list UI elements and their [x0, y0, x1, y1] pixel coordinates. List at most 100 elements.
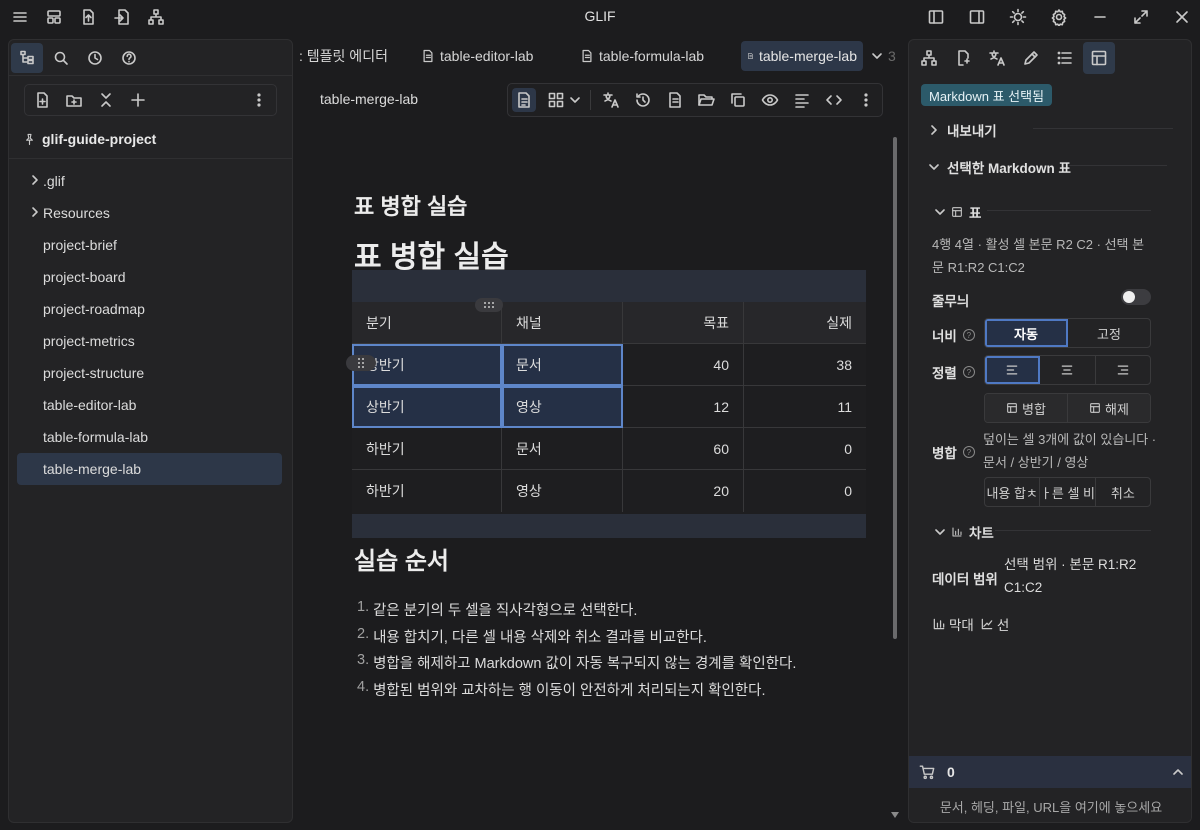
layout-icon[interactable]: [44, 7, 64, 27]
align-center-button[interactable]: [1040, 356, 1096, 384]
tree-file-project-brief[interactable]: project-brief: [17, 229, 282, 261]
history-clock-icon[interactable]: [79, 43, 111, 73]
eye-icon[interactable]: [758, 88, 782, 112]
chart-subsection-header[interactable]: 차트: [935, 522, 994, 542]
translate-icon[interactable]: [981, 42, 1013, 74]
column-drag-handle[interactable]: [475, 298, 503, 312]
table-cell[interactable]: 영상: [502, 470, 623, 512]
help-icon[interactable]: [113, 43, 145, 73]
structure-icon[interactable]: [913, 42, 945, 74]
tab-overflow[interactable]: 3: [865, 41, 902, 71]
grid-view-icon[interactable]: [544, 88, 568, 112]
table-cell[interactable]: 38: [744, 344, 866, 386]
editor-scrollbar[interactable]: [893, 137, 897, 639]
left-panel-toggle-icon[interactable]: [926, 7, 946, 27]
table-cell[interactable]: 0: [744, 428, 866, 470]
table-subsection-header[interactable]: 표: [935, 202, 981, 222]
file-link-icon[interactable]: [947, 42, 979, 74]
editor-content[interactable]: 표 병합 실습 표 병합 실습 분기 채널 목표 실제 상반기 문서 40 38…: [297, 125, 897, 823]
search-icon[interactable]: [45, 43, 77, 73]
table-cell[interactable]: 11: [744, 386, 866, 428]
table-cell[interactable]: 12: [623, 386, 744, 428]
bar-chart-option[interactable]: 막대: [932, 614, 974, 634]
import-icon[interactable]: [78, 7, 98, 27]
align-right-button[interactable]: [1096, 356, 1150, 384]
table-cell-selected[interactable]: 문서: [502, 344, 623, 386]
width-auto-button[interactable]: 자동: [985, 319, 1068, 347]
file-tree-icon[interactable]: [11, 43, 43, 73]
maximize-icon[interactable]: [1131, 7, 1151, 27]
export-icon[interactable]: [112, 7, 132, 27]
line-chart-option[interactable]: 선: [980, 614, 1009, 634]
unmerge-button[interactable]: 해제: [1068, 394, 1150, 422]
file-text-icon[interactable]: [663, 88, 687, 112]
tab-table-editor-lab[interactable]: table-editor-lab: [415, 41, 539, 71]
history-icon[interactable]: [631, 88, 655, 112]
table-header-cell[interactable]: 채널: [502, 302, 623, 344]
settings-gear-icon[interactable]: [1049, 7, 1069, 27]
tree-file-project-board[interactable]: project-board: [17, 261, 282, 293]
table-cell-selected[interactable]: 상반기: [352, 386, 502, 428]
width-fixed-button[interactable]: 고정: [1068, 319, 1150, 347]
align-left-icon[interactable]: [790, 88, 814, 112]
tree-file-project-roadmap[interactable]: project-roadmap: [17, 293, 282, 325]
chevron-up-icon[interactable]: [1173, 767, 1183, 777]
more-vertical-icon[interactable]: [250, 91, 268, 109]
table-cell[interactable]: 문서: [502, 428, 623, 470]
help-icon[interactable]: ?: [962, 446, 975, 458]
table-header-cell[interactable]: 목표: [623, 302, 744, 344]
menu-icon[interactable]: [10, 7, 30, 27]
add-icon[interactable]: [129, 91, 147, 109]
project-title[interactable]: glif-guide-project: [9, 129, 292, 149]
row-drag-handle[interactable]: [346, 355, 376, 371]
tab-template-editor[interactable]: : 템플릿 에디터: [297, 41, 394, 71]
drop-zone[interactable]: 문서, 헤딩, 파일, URL을 여기에 놓으세요: [909, 788, 1191, 822]
new-file-icon[interactable]: [33, 91, 51, 109]
right-panel-toggle-icon[interactable]: [967, 7, 987, 27]
table-icon[interactable]: [1083, 42, 1115, 74]
cancel-button[interactable]: 취소: [1096, 478, 1150, 506]
collapse-all-icon[interactable]: [97, 91, 115, 109]
stripes-toggle[interactable]: [1121, 289, 1151, 305]
chevron-down-icon[interactable]: [568, 88, 582, 112]
help-icon[interactable]: ?: [962, 329, 975, 341]
clear-other-cells-button[interactable]: ㅏ른 셀 비: [1040, 478, 1096, 506]
cart-bar[interactable]: 0: [909, 756, 1191, 788]
folder-open-icon[interactable]: [694, 88, 718, 112]
new-folder-icon[interactable]: [65, 91, 83, 109]
more-vertical-icon[interactable]: [854, 88, 878, 112]
tab-table-merge-lab[interactable]: table-merge-lab: [741, 41, 863, 71]
tree-file-table-editor-lab[interactable]: table-editor-lab: [17, 389, 282, 421]
tree-folder-glif[interactable]: .glif: [17, 165, 282, 197]
close-icon[interactable]: [1172, 7, 1192, 27]
table-cell[interactable]: 20: [623, 470, 744, 512]
table-cell-active[interactable]: 영상: [502, 386, 623, 428]
table-cell[interactable]: 40: [623, 344, 744, 386]
tree-file-project-metrics[interactable]: project-metrics: [17, 325, 282, 357]
tab-table-formula-lab[interactable]: table-formula-lab: [574, 41, 710, 71]
document-view-icon[interactable]: [512, 88, 536, 112]
table-cell[interactable]: 0: [744, 470, 866, 512]
selected-table-section-header[interactable]: 선택한 Markdown 표: [929, 157, 1071, 177]
align-left-button[interactable]: [985, 356, 1041, 384]
table-cell[interactable]: 하반기: [352, 470, 502, 512]
theme-sun-icon[interactable]: [1008, 7, 1028, 27]
markdown-table[interactable]: 분기 채널 목표 실제 상반기 문서 40 38 상반기 영상 12 11 하반…: [346, 270, 866, 538]
tree-file-project-structure[interactable]: project-structure: [17, 357, 282, 389]
minimize-icon[interactable]: [1090, 7, 1110, 27]
table-cell[interactable]: 하반기: [352, 428, 502, 470]
tree-file-table-formula-lab[interactable]: table-formula-lab: [17, 421, 282, 453]
edit-icon[interactable]: [1015, 42, 1047, 74]
copy-icon[interactable]: [726, 88, 750, 112]
sitemap-icon[interactable]: [146, 7, 166, 27]
list-icon[interactable]: [1049, 42, 1081, 74]
merge-content-button[interactable]: 내용 합ㅊ: [985, 478, 1041, 506]
help-icon[interactable]: ?: [962, 366, 975, 378]
scroll-down-arrow-icon[interactable]: [891, 812, 899, 818]
translate-icon[interactable]: [599, 88, 623, 112]
merge-button[interactable]: 병합: [985, 394, 1068, 422]
table-cell[interactable]: 60: [623, 428, 744, 470]
tree-folder-resources[interactable]: Resources: [17, 197, 282, 229]
tree-file-table-merge-lab[interactable]: table-merge-lab: [17, 453, 282, 485]
code-icon[interactable]: [822, 88, 846, 112]
